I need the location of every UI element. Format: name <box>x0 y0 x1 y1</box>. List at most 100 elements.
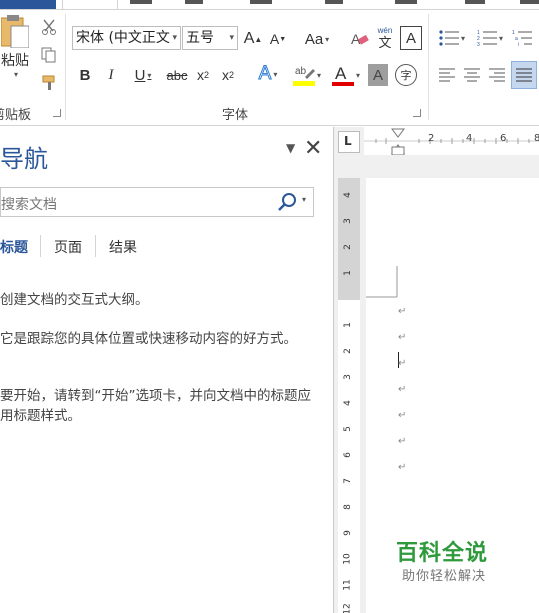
ruler-label: 8 <box>534 133 539 144</box>
ruler-label: 6 <box>342 452 353 458</box>
ruler-label: 11 <box>342 579 353 591</box>
paragraph-mark: ↵ <box>398 462 407 473</box>
ruler-label: 3 <box>342 218 353 224</box>
bullets-button[interactable]: ▾ <box>436 26 468 50</box>
ruler-label: 4 <box>342 400 353 406</box>
paragraph-mark: ↵ <box>398 436 407 447</box>
align-right-icon <box>489 68 505 82</box>
multilevel-list-button[interactable]: 1 a i <box>512 26 539 50</box>
tab-fragment[interactable] <box>325 0 343 4</box>
copy-button[interactable] <box>38 44 60 66</box>
scissors-icon <box>42 19 56 35</box>
clipboard-dialog-launcher[interactable] <box>53 109 61 117</box>
chevron-down-icon: ▾ <box>13 70 18 79</box>
ruler-label: 2 <box>342 244 353 250</box>
clear-formatting-button[interactable]: A <box>348 26 372 52</box>
font-name-combobox[interactable]: 宋体 (中文正文 ▾ <box>72 26 181 50</box>
phonetic-guide-char: 文 <box>378 35 392 50</box>
shrink-font-button[interactable]: A ▼ <box>268 28 288 50</box>
superscript-button[interactable]: x2 <box>218 64 238 86</box>
tab-fragment[interactable] <box>465 0 485 4</box>
tab-file[interactable] <box>0 0 56 9</box>
word-window: 粘贴 ▾ 剪贴板 宋体 (中 <box>0 0 539 613</box>
pane-options-icon[interactable]: ▼ <box>286 141 295 155</box>
tab-selector[interactable]: L <box>338 131 360 153</box>
phonetic-guide-button[interactable]: wén 文 <box>374 24 396 52</box>
clipboard-group-label: 剪贴板 <box>0 108 32 123</box>
font-dialog-launcher[interactable] <box>413 109 421 117</box>
font-color-button[interactable]: A ▾ <box>330 62 362 88</box>
ruler-label: 6 <box>500 133 507 144</box>
text-effects-button[interactable]: A ▾ <box>252 62 284 86</box>
text-effects-icon: A <box>258 63 272 85</box>
subscript-button[interactable]: x2 <box>193 64 213 86</box>
svg-text:3: 3 <box>477 42 480 47</box>
search-icon[interactable] <box>277 191 299 213</box>
font-size-combobox[interactable]: 五号 ▾ <box>182 26 238 50</box>
nav-hint-text: 要开始，请转到“开始”选项卡，并向文档中的标题应用标题样式。 <box>0 388 311 424</box>
underline-button[interactable]: U ▾ <box>128 64 158 86</box>
font-group-label: 字体 <box>222 108 249 123</box>
close-icon[interactable]: ✕ <box>304 136 322 161</box>
align-center-button[interactable] <box>461 64 483 86</box>
strikethrough-button[interactable]: abc <box>164 64 190 86</box>
navigation-pane: 导航 ▼ ✕ 搜索文档 ▾ 标题 页面 结果 创建文档的交互式大纲。 它是跟踪您… <box>0 127 334 613</box>
paste-button[interactable]: 粘贴 ▾ <box>0 14 30 94</box>
tab-home[interactable] <box>62 0 118 9</box>
chevron-down-icon[interactable]: ▾ <box>302 195 306 204</box>
ruler-label: 3 <box>342 374 353 380</box>
change-case-button[interactable]: Aa ▾ <box>300 28 334 50</box>
tab-fragment[interactable] <box>395 0 417 4</box>
vertical-ruler[interactable]: 4 3 2 1 1 2 3 4 5 6 7 8 9 10 11 12 <box>338 178 360 613</box>
watermark-slogan: 助你轻松解决 <box>402 569 487 584</box>
ruler-label: 1 <box>342 322 353 328</box>
align-left-icon <box>439 68 455 82</box>
bold-button[interactable]: B <box>76 64 94 86</box>
paragraph-mark: ↵ <box>398 384 407 395</box>
paragraph-mark: ↵ <box>398 332 407 343</box>
nav-hint-text: 它是跟踪您的具体位置或快速移动内容的好方式。 <box>0 331 297 347</box>
multilevel-list-icon: 1 a i <box>512 30 532 47</box>
horizontal-ruler[interactable]: 2 4 6 8 <box>364 127 539 155</box>
format-painter-button[interactable] <box>38 72 60 94</box>
navigation-title: 导航 <box>0 145 48 173</box>
numbered-list-icon: 1 2 3 <box>477 30 497 47</box>
svg-text:A: A <box>335 64 347 83</box>
justify-button[interactable] <box>511 61 537 89</box>
character-border-button[interactable]: A <box>400 26 422 50</box>
align-center-icon <box>464 68 480 82</box>
character-shading-button[interactable]: A <box>368 64 388 86</box>
group-divider <box>428 14 429 120</box>
tab-fragment[interactable] <box>185 0 203 4</box>
italic-button[interactable]: I <box>102 64 120 86</box>
ruler-label: 5 <box>342 426 353 432</box>
align-right-button[interactable] <box>486 64 508 86</box>
tab-pages[interactable]: 页面 <box>54 237 82 257</box>
tab-divider <box>95 235 96 257</box>
ruler-label: 12 <box>342 603 353 613</box>
tab-fragment[interactable] <box>520 0 539 4</box>
tab-headings[interactable]: 标题 <box>0 237 28 257</box>
grow-font-button[interactable]: A ▲ <box>243 28 263 50</box>
horizontal-ruler-ticks <box>364 128 539 155</box>
eraser-icon: A <box>351 31 369 47</box>
enclose-characters-button[interactable]: 字 <box>395 64 417 86</box>
paragraph-mark: ↵ <box>398 410 407 421</box>
subscript-mark: 2 <box>203 70 209 80</box>
highlight-color-button[interactable]: ab ▾ <box>290 62 324 88</box>
align-left-button[interactable] <box>436 64 458 86</box>
tab-fragment[interactable] <box>130 0 152 4</box>
enclose-characters-icon: 字 <box>400 70 412 82</box>
ruler-label: 7 <box>342 478 353 484</box>
justify-icon <box>516 68 532 82</box>
superscript-mark: 2 <box>228 70 234 80</box>
tab-fragment[interactable] <box>250 0 272 4</box>
search-input[interactable]: 搜索文档 <box>1 194 57 214</box>
tab-results[interactable]: 结果 <box>109 237 137 257</box>
numbering-button[interactable]: 1 2 3 ▾ <box>474 26 506 50</box>
cut-button[interactable] <box>38 16 60 38</box>
font-color-icon: A <box>331 64 354 86</box>
font-name-value: 宋体 (中文正文 <box>76 30 170 46</box>
svg-text:i: i <box>518 42 519 47</box>
search-document-box[interactable]: 搜索文档 ▾ <box>0 187 314 217</box>
